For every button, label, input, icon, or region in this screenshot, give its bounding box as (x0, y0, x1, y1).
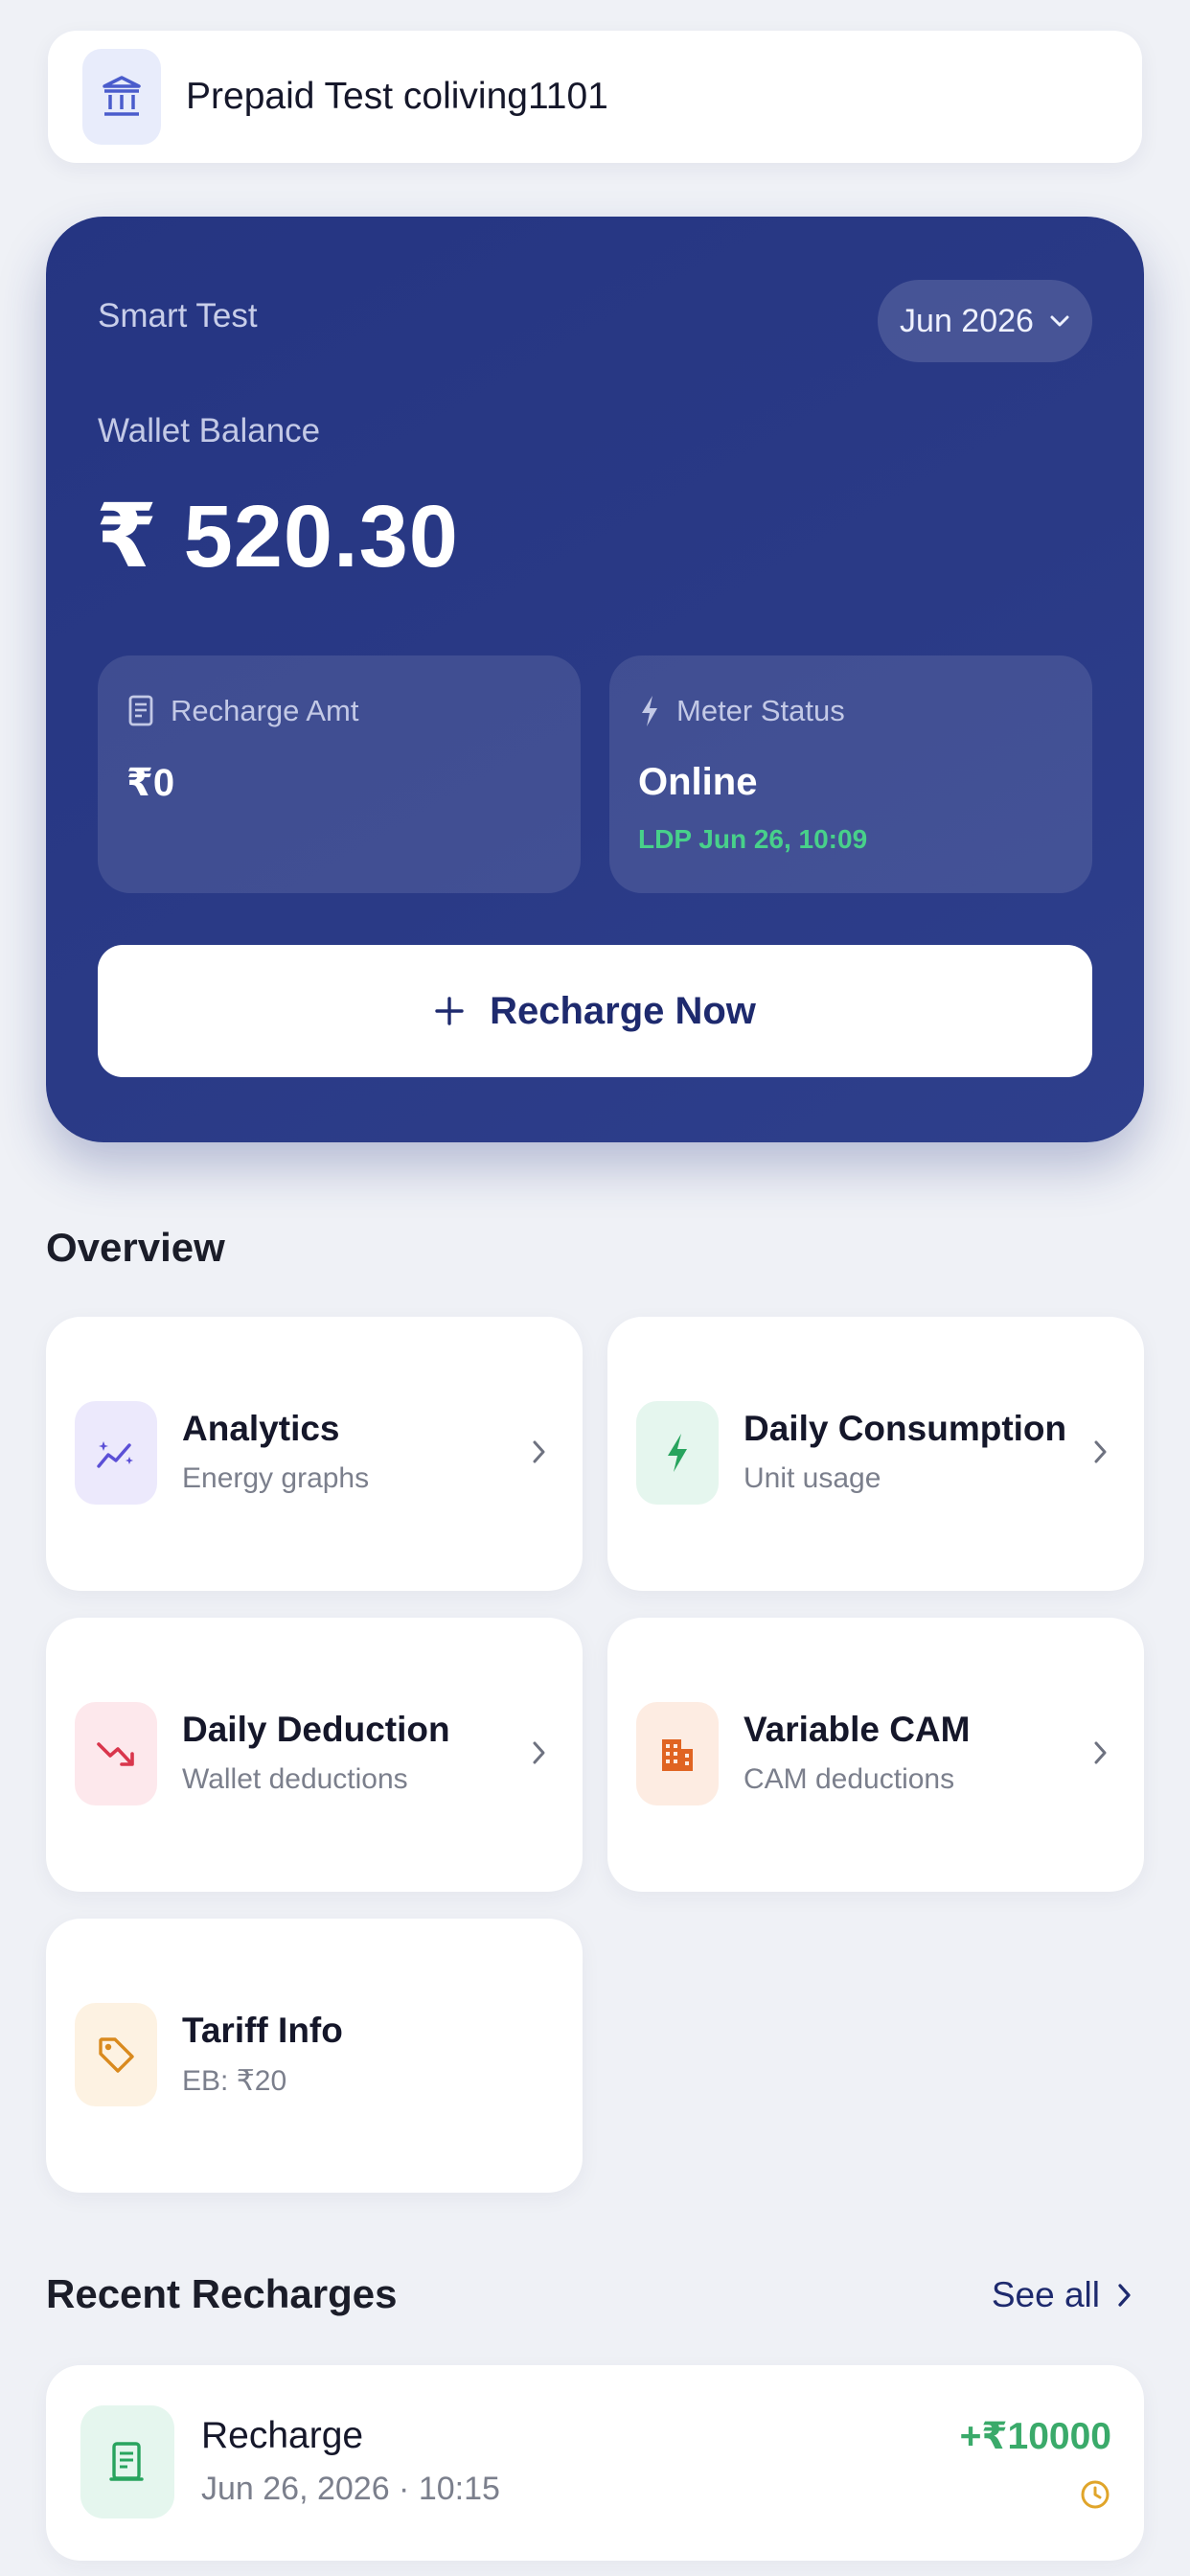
tile-title: Variable CAM (744, 1710, 971, 1749)
plus-icon (435, 997, 464, 1025)
recharge-amount-value: ₹0 (126, 762, 175, 804)
recharge-amount-label: Recharge Amt (171, 694, 359, 727)
meter-status-value: Online (638, 761, 758, 803)
tile-subtitle: CAM deductions (744, 1763, 955, 1795)
recharge-amount: +₹10000 (959, 2416, 1111, 2457)
tile-daily-deduction[interactable]: Daily Deduction Wallet deductions (46, 1618, 583, 1892)
month-label: Jun 2026 (900, 302, 1034, 339)
meter-status-box: Meter Status Online LDP Jun 26, 10:09 (609, 656, 1092, 893)
overview-title: Overview (46, 1225, 225, 1270)
recharge-now-button[interactable]: Recharge Now (98, 945, 1092, 1077)
tile-daily-consumption[interactable]: Daily Consumption Unit usage (607, 1317, 1144, 1591)
wallet-card: Smart Test Jun 2026 Wallet Balance ₹ 520… (46, 217, 1144, 1142)
property-name: Prepaid Test coliving1101 (186, 76, 608, 117)
chevron-right-icon (1094, 1741, 1107, 1764)
recharge-now-label: Recharge Now (490, 989, 756, 1032)
tile-title: Daily Consumption (744, 1409, 1067, 1448)
month-selector[interactable]: Jun 2026 (878, 280, 1092, 362)
chevron-right-icon (1094, 1440, 1107, 1463)
receipt-icon (80, 2405, 174, 2518)
tile-variable-cam[interactable]: Variable CAM CAM deductions (607, 1618, 1144, 1892)
receipt-icon (128, 695, 153, 726)
recharge-date: Jun 26, 2026 · 10:15 (201, 2471, 500, 2507)
property-selector[interactable]: Prepaid Test coliving1101 (48, 31, 1142, 163)
wallet-balance-label: Wallet Balance (98, 412, 321, 449)
recent-recharges-title: Recent Recharges (46, 2271, 398, 2316)
building-icon (636, 1702, 719, 1806)
bank-icon (82, 49, 161, 145)
meter-status-label: Meter Status (676, 694, 845, 727)
wallet-home-screen: Prepaid Test coliving1101 Smart Test Jun… (0, 0, 1190, 2576)
tile-title: Tariff Info (182, 2011, 343, 2050)
bolt-icon (636, 1401, 719, 1505)
tag-icon (75, 2003, 157, 2106)
recharge-title: Recharge (201, 2415, 364, 2456)
tile-title: Analytics (182, 1409, 340, 1448)
recharge-list-item[interactable]: Recharge Jun 26, 2026 · 10:15 +₹10000 (46, 2365, 1144, 2561)
meter-last-data-point: LDP Jun 26, 10:09 (638, 824, 868, 854)
see-all-label: See all (991, 2275, 1100, 2314)
tile-subtitle: Unit usage (744, 1462, 881, 1494)
chevron-right-icon (533, 1741, 545, 1764)
see-all-link[interactable]: See all (992, 2275, 1133, 2315)
bolt-icon (642, 696, 657, 726)
trend-down-icon (75, 1702, 157, 1806)
sparkle-chart-icon (75, 1401, 157, 1505)
meter-name: Smart Test (98, 297, 258, 334)
tile-analytics[interactable]: Analytics Energy graphs (46, 1317, 583, 1591)
clock-icon (1081, 2480, 1110, 2509)
chevron-right-icon (1118, 2284, 1131, 2307)
wallet-balance-value: ₹ 520.30 (96, 488, 459, 586)
tile-subtitle: Wallet deductions (182, 1763, 408, 1795)
chevron-down-icon (1050, 315, 1069, 327)
tile-subtitle: EB: ₹20 (182, 2065, 287, 2097)
tile-title: Daily Deduction (182, 1710, 450, 1749)
recharge-amount-box: Recharge Amt ₹0 (98, 656, 581, 893)
tile-subtitle: Energy graphs (182, 1462, 370, 1494)
tile-tariff-info[interactable]: Tariff Info EB: ₹20 (46, 1919, 583, 2193)
chevron-right-icon (533, 1440, 545, 1463)
